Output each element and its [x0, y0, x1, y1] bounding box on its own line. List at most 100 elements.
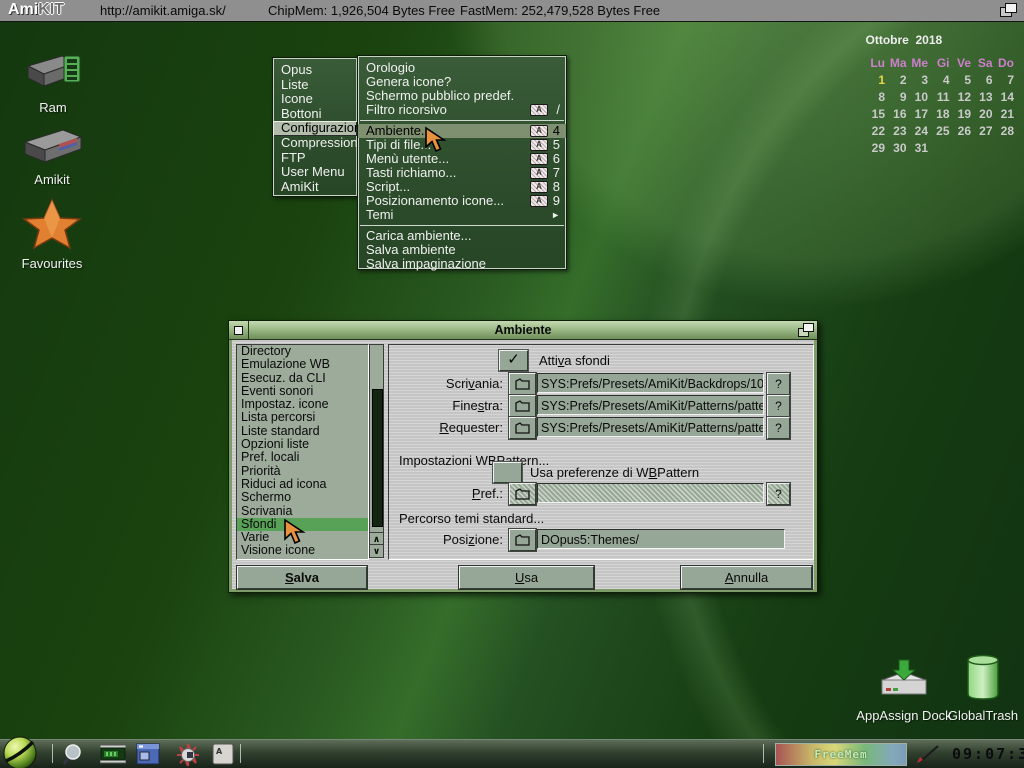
- green-sphere-icon: [2, 735, 38, 768]
- list-item[interactable]: Pref. locali: [237, 451, 368, 464]
- pencil-icon: [915, 744, 941, 764]
- calendar-day: 14: [993, 90, 1015, 104]
- desktop-icon-amikit[interactable]: Amikit: [12, 126, 92, 187]
- list-scrollbar[interactable]: ∧ ∨: [369, 344, 384, 558]
- submenu-item[interactable]: Tipi di file... A 5: [358, 138, 566, 152]
- calendar-day: 23: [885, 124, 907, 138]
- requester-folder-button[interactable]: [509, 417, 536, 439]
- finestra-path-field[interactable]: SYS:Prefs/Presets/AmiKit/Patterns/patter…: [537, 395, 764, 415]
- trash-can-icon: [961, 652, 1005, 702]
- requester-help-button[interactable]: ?: [767, 417, 790, 439]
- usa-button[interactable]: Usa: [459, 566, 594, 589]
- calendar-day: 16: [885, 107, 907, 121]
- taskbar-keyboard-button[interactable]: A: [212, 743, 234, 768]
- screen-title-bar[interactable]: AmiKIT http://amikit.amiga.sk/ ChipMem: …: [0, 0, 1024, 22]
- screen-depth-gadget-icon[interactable]: [1000, 3, 1018, 17]
- list-item[interactable]: Liste standard: [237, 425, 368, 438]
- list-item[interactable]: Priorità: [237, 465, 368, 478]
- submenu-item[interactable]: Salva impaginazione: [358, 257, 566, 271]
- menu-item[interactable]: AmiKit: [273, 180, 357, 195]
- finestra-label: Finestra:: [389, 398, 503, 413]
- calendar-day-header: Ve: [950, 56, 972, 70]
- submenu-item[interactable]: Genera icone? A: [358, 75, 566, 89]
- posizione-folder-button[interactable]: [509, 529, 536, 551]
- desktop-icon-globaltrash[interactable]: GlobalTrash: [944, 652, 1022, 723]
- finestra-folder-button[interactable]: [509, 395, 536, 417]
- desktop-icon-ram[interactable]: Ram: [14, 52, 92, 115]
- list-item[interactable]: Schermo: [237, 491, 368, 504]
- a-key-icon: A: [212, 743, 234, 765]
- usa-wbpattern-checkbox[interactable]: [493, 462, 522, 483]
- submenu-item[interactable]: Schermo pubblico predef. A: [358, 89, 566, 103]
- list-item[interactable]: Riduci ad icona: [237, 478, 368, 491]
- submenu-item[interactable]: Posizionamento icone... A 9: [358, 194, 566, 208]
- posizione-label: Posizione:: [389, 532, 503, 547]
- menu-item[interactable]: Liste: [273, 78, 357, 93]
- list-item[interactable]: Lista percorsi: [237, 411, 368, 424]
- requester-path-field[interactable]: SYS:Prefs/Presets/AmiKit/Patterns/patter…: [537, 417, 764, 437]
- list-item[interactable]: Impostaz. icone: [237, 398, 368, 411]
- submenu-item[interactable]: Temi A ►: [358, 208, 566, 222]
- chipmem-status: ChipMem: 1,926,504 Bytes Free: [268, 3, 455, 18]
- taskbar-search-button[interactable]: [62, 743, 86, 768]
- menu-item[interactable]: Icone: [273, 92, 357, 107]
- list-item[interactable]: Esecuz. da CLI: [237, 372, 368, 385]
- posizione-path-field[interactable]: DOpus5:Themes/: [537, 529, 785, 549]
- finestra-help-button[interactable]: ?: [767, 395, 790, 417]
- scrivania-folder-button[interactable]: [509, 373, 536, 395]
- submenu-item[interactable]: Menù utente... A 6: [358, 152, 566, 166]
- list-item[interactable]: Varie: [237, 531, 368, 544]
- amikit-start-button[interactable]: [2, 735, 38, 768]
- list-item[interactable]: Opzioni liste: [237, 438, 368, 451]
- calendar-day: 10: [907, 90, 929, 104]
- calendar-day: 13: [971, 90, 993, 104]
- amiga-key-icon: A: [530, 125, 548, 137]
- taskbar-settings-button[interactable]: [176, 743, 200, 768]
- menu-item[interactable]: Configurazione: [273, 121, 357, 136]
- list-item[interactable]: Sfondi: [237, 518, 368, 531]
- submenu-item[interactable]: Salva ambiente: [358, 243, 566, 257]
- submenu-item[interactable]: Ambiente... A 4: [358, 124, 566, 138]
- submenu-item[interactable]: Orologio A: [358, 61, 566, 75]
- calendar-day-headers: LuMaMeGiVeSaDo: [864, 56, 1015, 70]
- list-item[interactable]: Eventi sonori: [237, 385, 368, 398]
- desktop-icon-appassign-dock[interactable]: AppAssign Dock: [856, 658, 952, 723]
- pref-help-button: ?: [767, 483, 790, 505]
- calendar-day-header: Sa: [971, 56, 993, 70]
- calendar-day: 26: [950, 124, 972, 138]
- submenu-item[interactable]: Filtro ricorsivo A /: [358, 103, 566, 117]
- list-item[interactable]: Visione icone: [237, 544, 368, 557]
- taskbar-pencil-button[interactable]: [915, 744, 941, 768]
- led-matrix-icon: [100, 743, 126, 765]
- salva-button[interactable]: Salva: [237, 566, 367, 589]
- annulla-button[interactable]: Annulla: [681, 566, 812, 589]
- submenu-item[interactable]: Carica ambiente...: [358, 229, 566, 243]
- menu-item[interactable]: Bottoni: [273, 107, 357, 122]
- menu-item[interactable]: Compression: [273, 136, 357, 151]
- menu-item[interactable]: User Menu: [273, 165, 357, 180]
- scroll-down-icon[interactable]: ∨: [370, 544, 383, 557]
- list-item[interactable]: Directory: [237, 345, 368, 358]
- scrivania-help-button[interactable]: ?: [767, 373, 790, 395]
- submenu-item[interactable]: Script... A 8: [358, 180, 566, 194]
- scrivania-path-field[interactable]: SYS:Prefs/Presets/AmiKit/Backdrops/1024x…: [537, 373, 764, 393]
- list-item[interactable]: Emulazione WB: [237, 358, 368, 371]
- window-depth-gadget-icon[interactable]: [798, 323, 815, 336]
- window-body: DirectoryEmulazione WBEsecuz. da CLIEven…: [232, 340, 814, 589]
- taskbar-window-button[interactable]: [136, 743, 160, 768]
- attiva-sfondi-checkbox[interactable]: ✓: [499, 350, 528, 371]
- taskbar-display-button[interactable]: [100, 743, 126, 768]
- folder-icon: [515, 378, 530, 390]
- calendar-day-header: Lu: [864, 56, 886, 70]
- submenu-item[interactable]: Tasti richiamo... A 7: [358, 166, 566, 180]
- calendar-day: 9: [885, 90, 907, 104]
- scrollbar-thumb[interactable]: [372, 389, 383, 527]
- menu-item[interactable]: Opus: [273, 63, 357, 78]
- window-title-bar[interactable]: Ambiente: [229, 321, 817, 340]
- freemem-gauge[interactable]: FreeMem: [775, 743, 907, 766]
- calendar-day: 17: [907, 107, 929, 121]
- menu-separator: [360, 225, 564, 226]
- desktop-icon-favourites[interactable]: Favourites: [6, 198, 98, 271]
- menu-item[interactable]: FTP: [273, 151, 357, 166]
- list-item[interactable]: Scrivania: [237, 505, 368, 518]
